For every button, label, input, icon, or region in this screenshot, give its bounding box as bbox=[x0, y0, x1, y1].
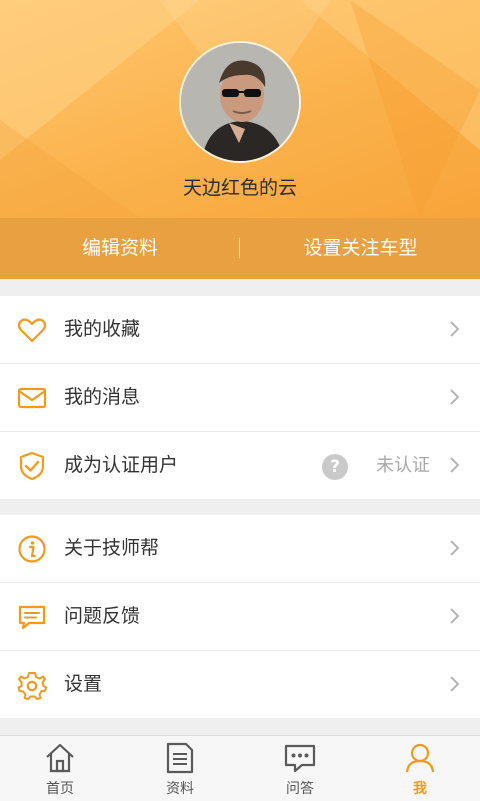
info-icon bbox=[18, 535, 46, 563]
user-icon bbox=[405, 743, 435, 773]
menu-item-label: 我的收藏 bbox=[64, 318, 141, 340]
chevron-right-icon bbox=[450, 389, 460, 405]
chat-icon bbox=[284, 744, 316, 773]
heart-icon bbox=[17, 318, 47, 343]
set-followed-cars-button[interactable]: 设置关注车型 bbox=[241, 218, 480, 279]
tab-label: 问答 bbox=[286, 781, 314, 797]
avatar[interactable] bbox=[179, 41, 301, 163]
menu-item-label: 设置 bbox=[64, 673, 103, 695]
menu-item-certification[interactable]: 成为认证用户 ? 未认证 bbox=[0, 432, 480, 499]
menu-item-about[interactable]: 关于技师帮 bbox=[0, 515, 480, 583]
menu-item-messages[interactable]: 我的消息 bbox=[0, 364, 480, 432]
certification-status: 未认证 bbox=[376, 455, 430, 476]
menu-item-label: 关于技师帮 bbox=[64, 537, 160, 559]
home-icon bbox=[46, 743, 74, 773]
feedback-icon bbox=[18, 605, 46, 630]
username: 天边红色的云 bbox=[182, 177, 297, 199]
chevron-right-icon bbox=[450, 676, 460, 692]
document-icon bbox=[166, 742, 194, 774]
question-icon[interactable]: ? bbox=[322, 454, 348, 480]
shield-check-icon bbox=[19, 451, 45, 481]
gear-icon bbox=[17, 672, 47, 700]
tab-qa[interactable]: 问答 bbox=[240, 736, 360, 801]
menu-group-account: 我的收藏 我的消息 成为认证用户 ? 未认证 bbox=[0, 296, 480, 499]
menu-item-label: 问题反馈 bbox=[64, 605, 141, 627]
menu-item-label: 成为认证用户 bbox=[64, 454, 179, 476]
tab-home[interactable]: 首页 bbox=[0, 736, 120, 801]
edit-profile-button[interactable]: 编辑资料 bbox=[0, 218, 240, 279]
tab-label: 首页 bbox=[46, 781, 74, 797]
profile-action-bar: 编辑资料 设置关注车型 bbox=[0, 218, 480, 279]
menu-item-favorites[interactable]: 我的收藏 bbox=[0, 296, 480, 364]
chevron-right-icon bbox=[450, 540, 460, 556]
menu-item-label: 我的消息 bbox=[64, 386, 141, 408]
tab-label: 我 bbox=[413, 781, 427, 797]
menu-item-settings[interactable]: 设置 bbox=[0, 651, 480, 718]
chevron-right-icon bbox=[450, 608, 460, 624]
bottom-tab-bar: 首页 资料 问答 我 bbox=[0, 735, 480, 801]
menu-group-app: 关于技师帮 问题反馈 设置 bbox=[0, 515, 480, 718]
tab-label: 资料 bbox=[166, 781, 194, 797]
menu-item-feedback[interactable]: 问题反馈 bbox=[0, 583, 480, 651]
action-divider bbox=[239, 238, 240, 258]
envelope-icon bbox=[17, 387, 47, 409]
tab-me[interactable]: 我 bbox=[360, 736, 480, 801]
tab-materials[interactable]: 资料 bbox=[120, 736, 240, 801]
chevron-right-icon bbox=[450, 321, 460, 337]
profile-header: 天边红色的云 bbox=[0, 0, 480, 218]
chevron-right-icon bbox=[450, 457, 460, 473]
